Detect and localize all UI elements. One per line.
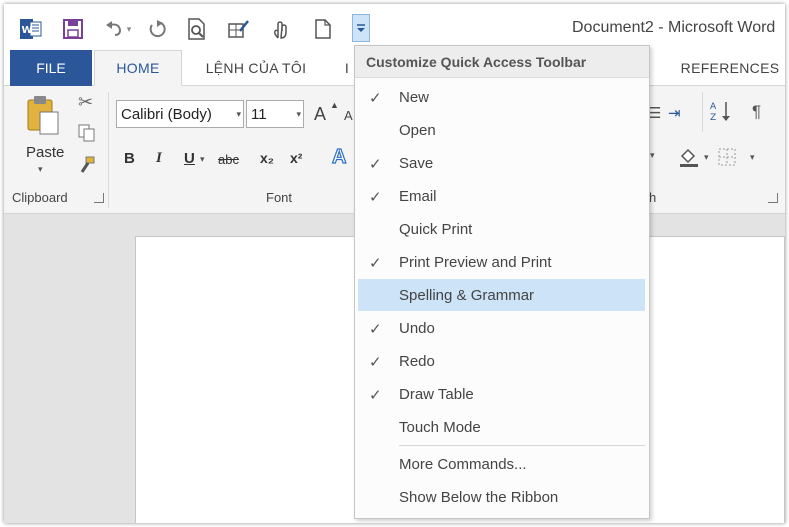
cut-icon[interactable]: ✂ xyxy=(78,92,93,113)
font-group-label: Font xyxy=(266,190,293,205)
tab-file[interactable]: FILE xyxy=(10,50,92,86)
grow-font-icon[interactable]: A xyxy=(314,104,326,125)
grow-font-caret-icon: ▲ xyxy=(330,100,339,110)
undo-dropdown-icon[interactable]: ▾ xyxy=(122,16,136,42)
menu-item-undo[interactable]: ✓ Undo xyxy=(358,312,645,344)
check-icon: ✓ xyxy=(369,354,382,371)
copy-icon[interactable] xyxy=(78,124,96,147)
shrink-font-icon[interactable]: A xyxy=(344,108,353,123)
line-spacing-dropdown-icon[interactable]: ▾ xyxy=(650,150,655,161)
touch-mode-icon[interactable] xyxy=(268,16,294,42)
window-title: Document2 - Microsoft Word xyxy=(572,19,776,36)
check-icon: ✓ xyxy=(369,189,382,206)
menu-item-open[interactable]: Open xyxy=(358,114,645,146)
print-preview-icon[interactable] xyxy=(184,16,210,42)
font-size-dropdown-icon[interactable]: ▾ xyxy=(296,109,301,120)
menu-item-label: Spelling & Grammar xyxy=(399,286,535,304)
menu-item-label: Touch Mode xyxy=(399,418,481,436)
word-logo-icon[interactable]: W xyxy=(18,16,44,42)
menu-item-label: Print Preview and Print xyxy=(399,253,552,271)
font-name-value: Calibri (Body) xyxy=(121,105,212,123)
menu-item-label: More Commands... xyxy=(399,455,527,473)
tab-home[interactable]: HOME xyxy=(94,50,182,86)
save-icon[interactable] xyxy=(60,16,86,42)
menu-header: Customize Quick Access Toolbar xyxy=(355,46,649,78)
draw-table-icon[interactable] xyxy=(226,16,252,42)
menu-item-print-preview[interactable]: ✓ Print Preview and Print xyxy=(358,246,645,278)
shading-dropdown-icon[interactable]: ▾ xyxy=(704,152,709,163)
font-size-value: 11 xyxy=(251,105,267,123)
menu-item-label: Save xyxy=(399,154,434,172)
menu-item-label: Quick Print xyxy=(399,220,473,238)
sort-icon[interactable]: A Z xyxy=(710,100,732,127)
check-icon: ✓ xyxy=(369,387,382,404)
menu-item-label: Email xyxy=(399,187,437,205)
menu-item-save[interactable]: ✓ Save xyxy=(358,147,645,179)
svg-text:W: W xyxy=(22,25,33,36)
shading-icon[interactable] xyxy=(678,146,700,173)
svg-text:Z: Z xyxy=(710,113,716,122)
borders-icon[interactable] xyxy=(718,148,736,171)
paste-dropdown-icon[interactable]: ▾ xyxy=(38,164,43,175)
paragraph-launcher-icon[interactable] xyxy=(768,193,778,203)
align-justify-icon[interactable]: ☰ xyxy=(648,104,661,122)
clipboard-launcher-icon[interactable] xyxy=(94,193,104,203)
menu-item-label: Open xyxy=(399,121,436,139)
check-icon: ✓ xyxy=(369,156,382,173)
menu-item-label: Redo xyxy=(399,352,435,370)
underline-dropdown-icon[interactable]: ▾ xyxy=(200,154,205,165)
font-name-dropdown-icon[interactable]: ▾ xyxy=(236,109,241,120)
subscript-button[interactable]: x₂ xyxy=(260,150,274,166)
menu-item-label: Draw Table xyxy=(399,385,474,403)
menu-item-email[interactable]: ✓ Email xyxy=(358,180,645,212)
menu-item-spelling-grammar[interactable]: Spelling & Grammar xyxy=(358,279,645,311)
word-window: W ▾ Document2 - Microsoft Word FILE HOME… xyxy=(4,4,785,523)
text-effects-icon[interactable]: A xyxy=(331,145,347,169)
font-name-combo[interactable]: Calibri (Body) ▾ xyxy=(116,100,244,128)
menu-item-new[interactable]: ✓ New xyxy=(358,81,645,113)
svg-text:A: A xyxy=(710,102,717,112)
menu-separator xyxy=(399,445,645,446)
borders-dropdown-icon[interactable]: ▾ xyxy=(750,152,755,163)
format-painter-icon[interactable] xyxy=(78,156,96,179)
tab-custom-commands[interactable]: LỆNH CỦA TÔI xyxy=(188,50,324,86)
check-icon: ✓ xyxy=(369,255,382,272)
italic-button[interactable]: I xyxy=(156,150,162,167)
customize-qat-icon[interactable] xyxy=(352,14,370,42)
menu-item-more-commands[interactable]: More Commands... xyxy=(358,448,645,480)
clipboard-group-label: Clipboard xyxy=(12,190,68,205)
tab-insert[interactable]: I xyxy=(340,50,354,86)
paste-button-label[interactable]: Paste xyxy=(26,144,64,161)
superscript-button[interactable]: x² xyxy=(290,150,302,166)
font-size-combo[interactable]: 11 ▾ xyxy=(246,100,304,128)
separator xyxy=(702,92,703,132)
redo-icon[interactable] xyxy=(144,16,170,42)
paragraph-group-label: h xyxy=(649,190,657,205)
new-document-icon[interactable] xyxy=(310,16,336,42)
menu-item-label: Undo xyxy=(399,319,435,337)
bold-button[interactable]: B xyxy=(124,150,135,167)
group-separator xyxy=(108,92,109,208)
menu-item-draw-table[interactable]: ✓ Draw Table xyxy=(358,378,645,410)
menu-item-label: Show Below the Ribbon xyxy=(399,488,559,506)
menu-item-quick-print[interactable]: Quick Print xyxy=(358,213,645,245)
menu-item-redo[interactable]: ✓ Redo xyxy=(358,345,645,377)
paste-icon[interactable] xyxy=(26,94,60,143)
show-formatting-marks-icon[interactable]: ¶ xyxy=(752,102,761,122)
title-bar: W ▾ Document2 - Microsoft Word xyxy=(4,4,785,50)
tab-references[interactable]: REFERENCES xyxy=(678,50,782,86)
indent-icon[interactable]: ⇥ xyxy=(668,104,681,122)
check-icon: ✓ xyxy=(369,321,382,338)
customize-qat-menu: Customize Quick Access Toolbar ✓ New Ope… xyxy=(354,45,650,519)
menu-item-label: New xyxy=(399,88,430,106)
underline-button[interactable]: U xyxy=(184,150,195,167)
menu-item-show-below-ribbon[interactable]: Show Below the Ribbon xyxy=(358,481,645,513)
strikethrough-button[interactable]: abc xyxy=(218,152,239,167)
check-icon: ✓ xyxy=(369,90,382,107)
menu-item-touch-mode[interactable]: Touch Mode xyxy=(358,411,645,443)
